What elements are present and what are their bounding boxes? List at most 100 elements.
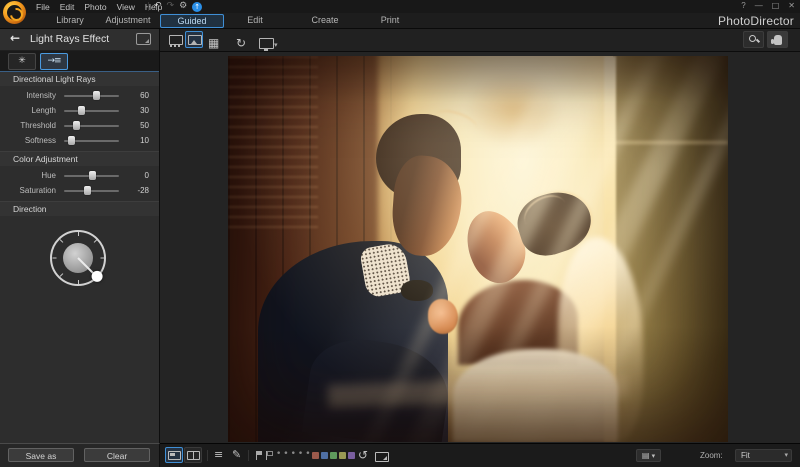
direction-dial[interactable] — [50, 230, 106, 286]
maximize-button[interactable]: □ — [772, 1, 780, 11]
slider-track[interactable] — [64, 125, 119, 127]
menu-view[interactable]: View — [117, 2, 135, 12]
menu-photo[interactable]: Photo — [84, 2, 106, 12]
effect-type-tabs: ✳ →≡ — [0, 51, 159, 72]
tab-adjustment[interactable]: Adjustment — [100, 13, 156, 28]
slider-label: Softness — [10, 136, 56, 145]
canvas-area — [160, 52, 800, 443]
dial-tick — [78, 280, 79, 284]
color-label-swatch[interactable] — [312, 452, 319, 459]
photo-vignette — [228, 56, 728, 442]
redo-icon[interactable]: ↷ — [167, 1, 175, 12]
color-label-swatch[interactable] — [321, 452, 328, 459]
dial-tick — [52, 258, 56, 259]
direction-knob[interactable] — [89, 269, 105, 285]
back-arrow-icon[interactable]: ← — [6, 31, 24, 46]
slider-thumb[interactable] — [73, 121, 80, 130]
settings-gear-icon[interactable]: ⚙ — [179, 1, 187, 12]
zoom-tool-button[interactable] — [743, 31, 764, 48]
radial-light-tab[interactable]: ✳ — [8, 53, 36, 70]
panel-header: ← Light Rays Effect — [0, 28, 159, 51]
color-label-swatch[interactable] — [339, 452, 346, 459]
rotate-left-icon[interactable]: ↺ — [358, 448, 368, 462]
dial-tick — [93, 239, 97, 243]
rotate-icon: ↻ — [236, 35, 246, 52]
divider — [148, 2, 149, 11]
titlebar: File Edit Photo View Help ↶ ↷ ⚙ ↑ ? — □ … — [0, 0, 800, 13]
upgrade-icon[interactable]: ↑ — [192, 2, 202, 12]
zoom-value: Fit — [741, 450, 750, 461]
hand-tool-button[interactable] — [767, 31, 788, 48]
slider-length: Length 30 — [0, 103, 159, 118]
color-label-swatch[interactable] — [348, 452, 355, 459]
flag-reject-icon[interactable] — [266, 451, 274, 460]
dial-tick — [78, 232, 79, 236]
brand-text: PhotoDirector — [718, 14, 794, 28]
save-as-button[interactable]: Save as — [8, 448, 74, 462]
tab-library[interactable]: Library — [45, 13, 95, 28]
viewer-view-button[interactable] — [185, 31, 203, 48]
divider — [207, 450, 208, 461]
grid-view-button[interactable]: ▦ — [204, 31, 222, 48]
menu-edit[interactable]: Edit — [60, 2, 75, 12]
adjustment-pen-icon[interactable]: ✎ — [232, 448, 241, 462]
effect-panel: ← Light Rays Effect ✳ →≡ Directional Lig… — [0, 28, 160, 443]
panel-footer: Save as Clear — [0, 443, 160, 467]
split-view-icon — [187, 451, 200, 460]
history-icon[interactable]: ≡ — [214, 448, 223, 462]
slider-thumb[interactable] — [68, 136, 75, 145]
slider-label: Intensity — [10, 91, 56, 100]
slider-value: -28 — [127, 186, 149, 195]
minimize-button[interactable]: — — [755, 1, 763, 11]
slider-softness: Softness 10 — [0, 133, 159, 148]
tab-edit[interactable]: Edit — [238, 13, 272, 28]
slider-threshold: Threshold 50 — [0, 118, 159, 133]
dual-monitor-button[interactable]: ▾ — [256, 31, 280, 48]
rating-dots[interactable]: ••••• — [276, 449, 313, 459]
browser-view-button[interactable] — [166, 31, 184, 48]
clear-button[interactable]: Clear — [84, 448, 150, 462]
compare-view-button[interactable] — [184, 447, 202, 463]
slider-saturation: Saturation -28 — [0, 183, 159, 198]
tab-print[interactable]: Print — [372, 13, 408, 28]
slider-track[interactable] — [64, 175, 119, 177]
undo-icon[interactable]: ↶ — [154, 1, 162, 12]
slider-track[interactable] — [64, 190, 119, 192]
chevron-down-icon: ▾ — [784, 450, 788, 461]
tab-create[interactable]: Create — [304, 13, 346, 28]
close-button[interactable]: ✕ — [788, 1, 795, 11]
slider-thumb[interactable] — [84, 186, 91, 195]
canvas-column: ▦ ↻ ▾ — [160, 28, 800, 443]
slider-thumb[interactable] — [78, 106, 85, 115]
color-label-swatch[interactable] — [330, 452, 337, 459]
slider-track[interactable] — [64, 95, 119, 97]
canvas-bottom-toolbar: ≡ ✎ ••••• ↺ ▤ ▾ Zoom: Fit ▾ — [160, 443, 800, 467]
export-preset-icon[interactable] — [136, 33, 151, 45]
slider-value: 50 — [127, 121, 149, 130]
thumbnail-menu-button[interactable]: ▤ ▾ — [636, 449, 661, 462]
slider-track[interactable] — [64, 140, 119, 142]
slider-label: Length — [10, 106, 56, 115]
filmstrip-view-icon — [169, 35, 183, 45]
help-button[interactable]: ? — [741, 1, 745, 11]
panel-title: Light Rays Effect — [30, 28, 109, 50]
directional-light-tab[interactable]: →≡ — [40, 53, 68, 70]
menubar: File Edit Photo View Help — [36, 0, 162, 13]
flag-pick-icon[interactable] — [256, 451, 264, 460]
tab-guided[interactable]: Guided — [160, 14, 224, 28]
rotate-button[interactable]: ↻ — [232, 31, 250, 48]
wedding-photo[interactable] — [228, 56, 728, 442]
slider-thumb[interactable] — [89, 171, 96, 180]
monitor-icon — [259, 38, 274, 49]
slider-label: Saturation — [10, 186, 56, 195]
single-view-button[interactable] — [165, 447, 183, 463]
photodirector-logo — [3, 1, 26, 24]
slider-track[interactable] — [64, 110, 119, 112]
menu-file[interactable]: File — [36, 2, 50, 12]
zoom-dropdown[interactable]: Fit ▾ — [735, 449, 792, 462]
slider-thumb[interactable] — [93, 91, 100, 100]
crop-canvas-icon[interactable] — [375, 452, 389, 462]
canvas-toolbar: ▦ ↻ ▾ — [160, 28, 800, 52]
quick-actions: ↶ ↷ ⚙ ↑ — [148, 0, 202, 13]
window-controls: ? — □ ✕ — [741, 0, 795, 12]
